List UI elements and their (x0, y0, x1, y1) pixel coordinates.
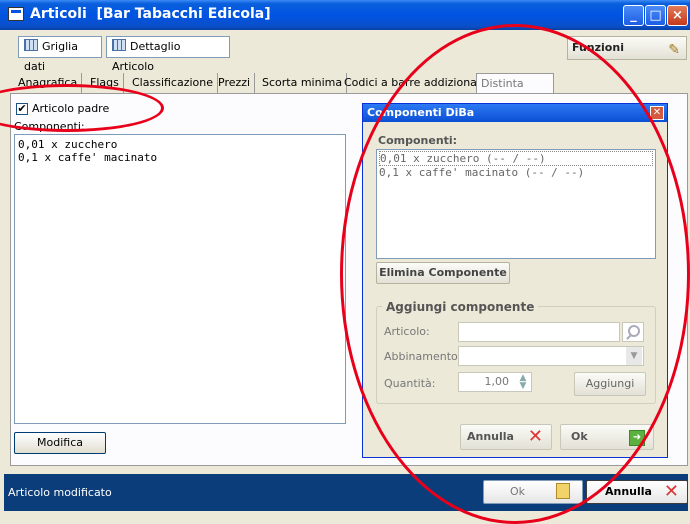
functions-label: Funzioni (572, 41, 624, 54)
combination-label: Abbinamento: (384, 350, 462, 363)
grid-icon (24, 39, 38, 51)
list-item[interactable]: 0,1 x caffe' macinato (-- / --) (379, 166, 653, 179)
cancel-label: Annulla (605, 485, 652, 498)
tab-codici-barre[interactable]: Codici a barre addizionali (340, 73, 489, 93)
detail-icon (112, 39, 126, 51)
dialog-title: Componenti DiBa (363, 104, 667, 122)
close-icon: ✕ (527, 426, 543, 447)
add-component-title: Aggiungi componente (382, 300, 539, 314)
detail-view-button[interactable]: Dettaglio Articolo (106, 36, 230, 73)
list-item[interactable]: 0,01 x zucchero (18, 138, 342, 151)
delete-component-button[interactable]: Elimina Componente (376, 262, 510, 284)
article-input[interactable] (458, 322, 620, 342)
dialog-components-label: Componenti: (378, 134, 458, 147)
tab-distinta-base[interactable]: Distinta base (476, 73, 554, 109)
grid-view-button[interactable]: Griglia dati (18, 36, 102, 73)
combination-select[interactable] (458, 346, 644, 366)
components-label: Componenti: (14, 120, 85, 133)
components-list[interactable]: 0,01 x zucchero 0,1 x caffe' macinato (14, 134, 346, 424)
tab-flags[interactable]: Flags (86, 73, 124, 93)
tab-prezzi[interactable]: Prezzi (214, 73, 256, 93)
tab-scorta-minima[interactable]: Scorta minima (258, 73, 348, 93)
quantity-label: Quantità: (384, 377, 436, 390)
status-text: Articolo modificato (8, 486, 112, 499)
cancel-button[interactable]: Annulla ✕ (586, 480, 688, 504)
list-item[interactable]: 0,01 x zucchero (-- / --) (379, 151, 653, 166)
spinner-icon[interactable]: ▲ ▼ (516, 374, 530, 391)
close-button[interactable]: × (667, 5, 688, 26)
window-title-context: [Bar Tabacchi Edicola] (96, 6, 271, 22)
modify-button[interactable]: Modifica (14, 432, 106, 454)
dialog-ok-label: Ok (571, 430, 588, 443)
list-item[interactable]: 0,1 x caffe' macinato (18, 151, 342, 164)
window-title: Articoli [Bar Tabacchi Edicola] (30, 6, 271, 22)
tab-anagrafica[interactable]: Anagrafica (14, 73, 83, 93)
articolo-padre-checkbox[interactable]: ✔ (16, 103, 28, 115)
article-label: Articolo: (384, 325, 430, 338)
wand-icon: ✎ (668, 42, 680, 58)
dialog-cancel-button[interactable]: Annulla ✕ (460, 424, 552, 450)
chevron-down-icon[interactable]: ▼ (626, 347, 642, 365)
arrow-right-icon: ➜ (629, 430, 645, 446)
functions-button[interactable]: Funzioni ✎ (567, 36, 687, 60)
add-button[interactable]: Aggiungi (574, 372, 646, 396)
dialog-components-list[interactable]: 0,01 x zucchero (-- / --) 0,1 x caffe' m… (376, 149, 656, 259)
maximize-button[interactable]: □ (645, 5, 666, 26)
dialog-cancel-label: Annulla (467, 430, 514, 443)
minimize-button[interactable]: _ (623, 5, 644, 26)
dialog-close-icon[interactable]: ✕ (650, 106, 664, 120)
dialog-ok-button[interactable]: Ok ➜ (560, 424, 654, 450)
app-icon (8, 7, 24, 21)
tab-classificazione[interactable]: Classificazione (128, 73, 219, 93)
warning-icon (556, 483, 570, 499)
window-title-app: Articoli (30, 6, 87, 22)
articolo-padre-label: Articolo padre (32, 102, 110, 115)
search-icon[interactable] (622, 322, 644, 342)
close-icon: ✕ (663, 481, 679, 502)
